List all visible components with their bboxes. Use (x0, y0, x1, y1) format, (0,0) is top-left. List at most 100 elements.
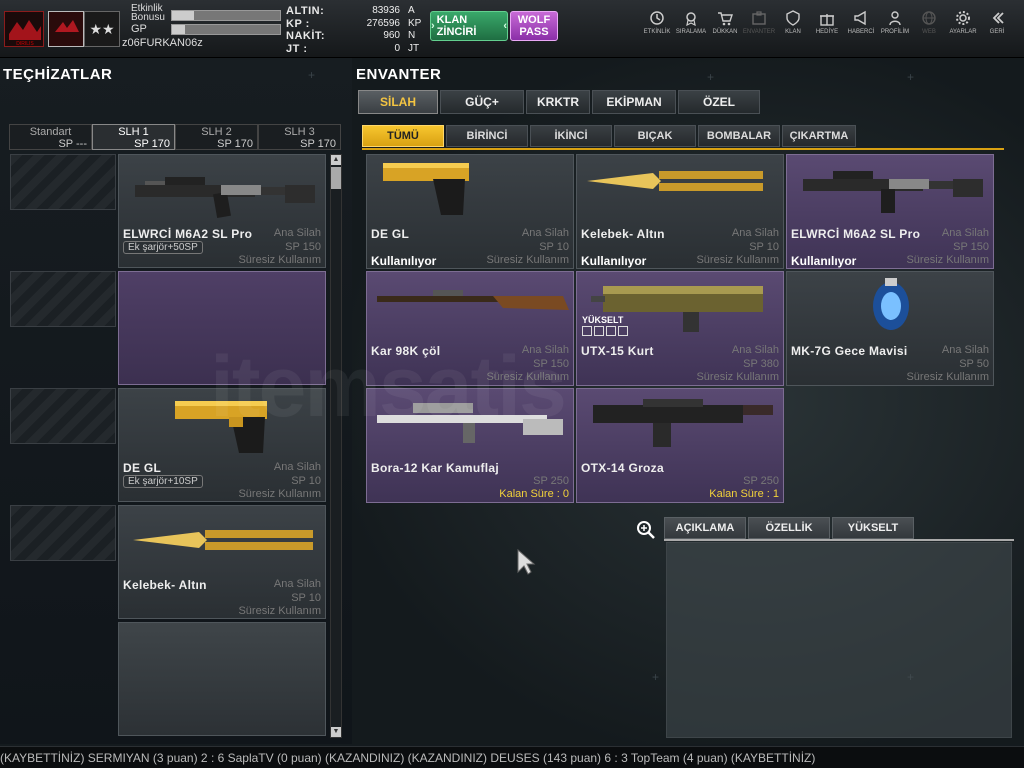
menu-label: PROFİLİM (880, 29, 910, 35)
m6a2-rifle-icon (135, 177, 315, 219)
menu-label: DÜKKAN (712, 29, 738, 35)
main-tab-3[interactable]: KRKTR (526, 90, 590, 114)
item-duration: Süresiz Kullanım (906, 371, 989, 383)
item-name: ELWRCİ M6A2 SL Pro (123, 227, 253, 241)
currency-value: 83936 (372, 5, 400, 16)
sub-tab-5[interactable]: BOMBALAR (698, 125, 780, 147)
currency-row: JT : 0 JT (284, 43, 424, 55)
menu-hedi̇ye[interactable]: HEDİYE (810, 10, 844, 35)
item-name: Kelebek- Altın (123, 578, 207, 592)
item-duration: Süresiz Kullanım (238, 605, 321, 617)
event-bonus-label: Etkinlik Bonusu (131, 3, 165, 23)
item-type: Ana Silah (731, 344, 779, 356)
menu-haberci̇[interactable]: HABERCİ (844, 10, 878, 35)
item-sp: SP 10 (291, 475, 321, 487)
shield-icon (786, 10, 800, 26)
menu-label: SIRALAMA (675, 29, 707, 35)
item-duration: Süresiz Kullanım (696, 371, 779, 383)
menu-label: WEB (922, 29, 936, 35)
top-menu: ETKİNLİK SIRALAMA DÜKKAN ENVANTER KLAN HEDİYE… (640, 10, 1014, 35)
inventory-item-card[interactable]: OTX-14 Groza SP 250 Kalan Süre : 1 (576, 388, 784, 503)
sub-tab-3[interactable]: İKİNCİ (530, 125, 612, 147)
event-bonus-bar (171, 10, 281, 21)
inventory-item-card[interactable]: DE GL Ana Silah SP 10 Süresiz Kullanım Kulla… (366, 154, 574, 269)
menu-geri̇[interactable]: GERİ (980, 10, 1014, 35)
main-tab-2[interactable]: GÜÇ+ (440, 90, 524, 114)
match-ticker: (KAYBETTİNİZ) SERMIYAN (3 puan) 2 : 6 Sa… (0, 746, 1024, 768)
menu-web[interactable]: WEB (912, 10, 946, 35)
menu-label: GERİ (989, 29, 1005, 35)
equipment-scrollbar[interactable]: ▲ ▼ (330, 154, 342, 738)
rank-emblem (48, 11, 84, 47)
currency-unit: JT (408, 42, 420, 54)
slot-tab-4[interactable]: SLH 3 SP 170 (258, 124, 341, 150)
inventory-item-card[interactable]: Kelebek- Altın Ana Silah SP 10 Süresiz Kull… (576, 154, 784, 269)
item-type: Ana Silah (941, 344, 989, 356)
slot-sp: SP --- (58, 138, 87, 150)
menu-label: AYARLAR (949, 29, 977, 35)
equipped-card[interactable]: Kelebek- Altın Ana Silah SP 10 Süresiz K… (118, 505, 326, 619)
item-sp: SP 10 (749, 241, 779, 253)
sub-tab-1[interactable]: TÜMÜ (362, 125, 444, 147)
item-type: Ana Silah (731, 227, 779, 239)
empty-slot-box[interactable] (10, 271, 116, 327)
inventory-icon (752, 11, 766, 25)
item-name: DE GL (371, 227, 410, 241)
clan-logo: DIRILIS (4, 11, 44, 47)
main-tab-1[interactable]: SİLAH (358, 90, 438, 114)
currency-label: JT : (286, 42, 308, 55)
menu-klan[interactable]: KLAN (776, 10, 810, 35)
slot-tab-3[interactable]: SLH 2 SP 170 (175, 124, 258, 150)
watermark: itemsatis (210, 339, 567, 435)
inventory-item-card[interactable]: ELWRCİ M6A2 SL Pro Ana Silah SP 150 Süresiz… (786, 154, 994, 269)
sub-tab-4[interactable]: BIÇAK (614, 125, 696, 147)
menu-dükkan[interactable]: DÜKKAN (708, 10, 742, 35)
item-sp: SP 150 (285, 241, 321, 253)
inventory-item-card[interactable]: MK-7G Gece Mavisi Ana Silah SP 50 Süresiz K… (786, 271, 994, 386)
rank-stars-icon: ★★ (84, 11, 120, 47)
info-tab-3[interactable]: YÜKSELT (832, 517, 914, 539)
username: z06FURKAN06z (122, 37, 203, 49)
item-type: Ana Silah (273, 578, 321, 590)
item-sp: SP 10 (291, 592, 321, 604)
menu-etki̇nli̇k[interactable]: ETKİNLİK (640, 10, 674, 35)
currency-unit: A (408, 5, 415, 16)
wolf-pass-button[interactable]: WOLF PASS (510, 11, 558, 41)
menu-profi̇li̇m[interactable]: PROFİLİM (878, 10, 912, 35)
currency-unit: KP (408, 17, 422, 29)
loadout-slot-tabs: Standart SP --- SLH 1 SP 170 SLH 2 SP 170 SLH … (9, 124, 343, 150)
empty-slot-box[interactable] (10, 154, 116, 210)
sub-tab-2[interactable]: BİRİNCİ (446, 125, 528, 147)
klan-chain-button[interactable]: › KLAN ZİNCİRİ ‹ (430, 11, 508, 41)
zoom-icon[interactable] (636, 520, 656, 540)
item-type: Ana Silah (941, 227, 989, 239)
main-tab-4[interactable]: EKİPMAN (592, 90, 676, 114)
upgrade-badge: YÜKSELT (582, 315, 624, 325)
slot-tab-1[interactable]: Standart SP --- (9, 124, 92, 150)
info-tab-2[interactable]: ÖZELLİK (748, 517, 830, 539)
main-tab-5[interactable]: ÖZEL (678, 90, 760, 114)
currency-panel: ALTIN: 83936 A KP : 276596 KP NAKİT: 960 N JT : 0J… (284, 5, 424, 55)
top-bar: DIRILIS ★★ Etkinlik Bonusu GP z06FURKAN0… (0, 0, 1024, 58)
menu-envanter[interactable]: ENVANTER (742, 10, 776, 35)
empty-slot-box[interactable] (10, 388, 116, 444)
slot-name: SLH 2 (201, 126, 232, 138)
equipped-card[interactable]: ELWRCİ M6A2 SL Pro Ana Silah Ek şarjör+5… (118, 154, 326, 268)
sub-tab-6[interactable]: ÇIKARTMA (782, 125, 856, 147)
menu-siralama[interactable]: SIRALAMA (674, 10, 708, 35)
slot-sp: SP 170 (134, 138, 170, 150)
equipped-card-empty[interactable] (118, 622, 326, 736)
weapon-image-icon (377, 290, 569, 310)
sub-tab-row: TÜMÜ BİRİNCİ İKİNCİ BIÇAK BOMBALAR ÇIKARTMA (362, 125, 1004, 150)
currency-label: KP : (286, 17, 310, 30)
empty-slot-box[interactable] (10, 505, 116, 561)
menu-ayarlar[interactable]: AYARLAR (946, 10, 980, 35)
slot-tab-2[interactable]: SLH 1 SP 170 (92, 124, 175, 150)
slot-name: Standart (29, 126, 72, 138)
item-name: ELWRCİ M6A2 SL Pro (791, 227, 921, 241)
info-tab-1[interactable]: AÇIKLAMA (664, 517, 746, 539)
currency-label: NAKİT: (286, 30, 326, 42)
currency-value: 0 (394, 42, 400, 54)
item-type: Ana Silah (273, 461, 321, 473)
inventory-item-card[interactable]: YÜKSELT UTX-15 Kurt Ana Silah SP 380 Süresiz… (576, 271, 784, 386)
